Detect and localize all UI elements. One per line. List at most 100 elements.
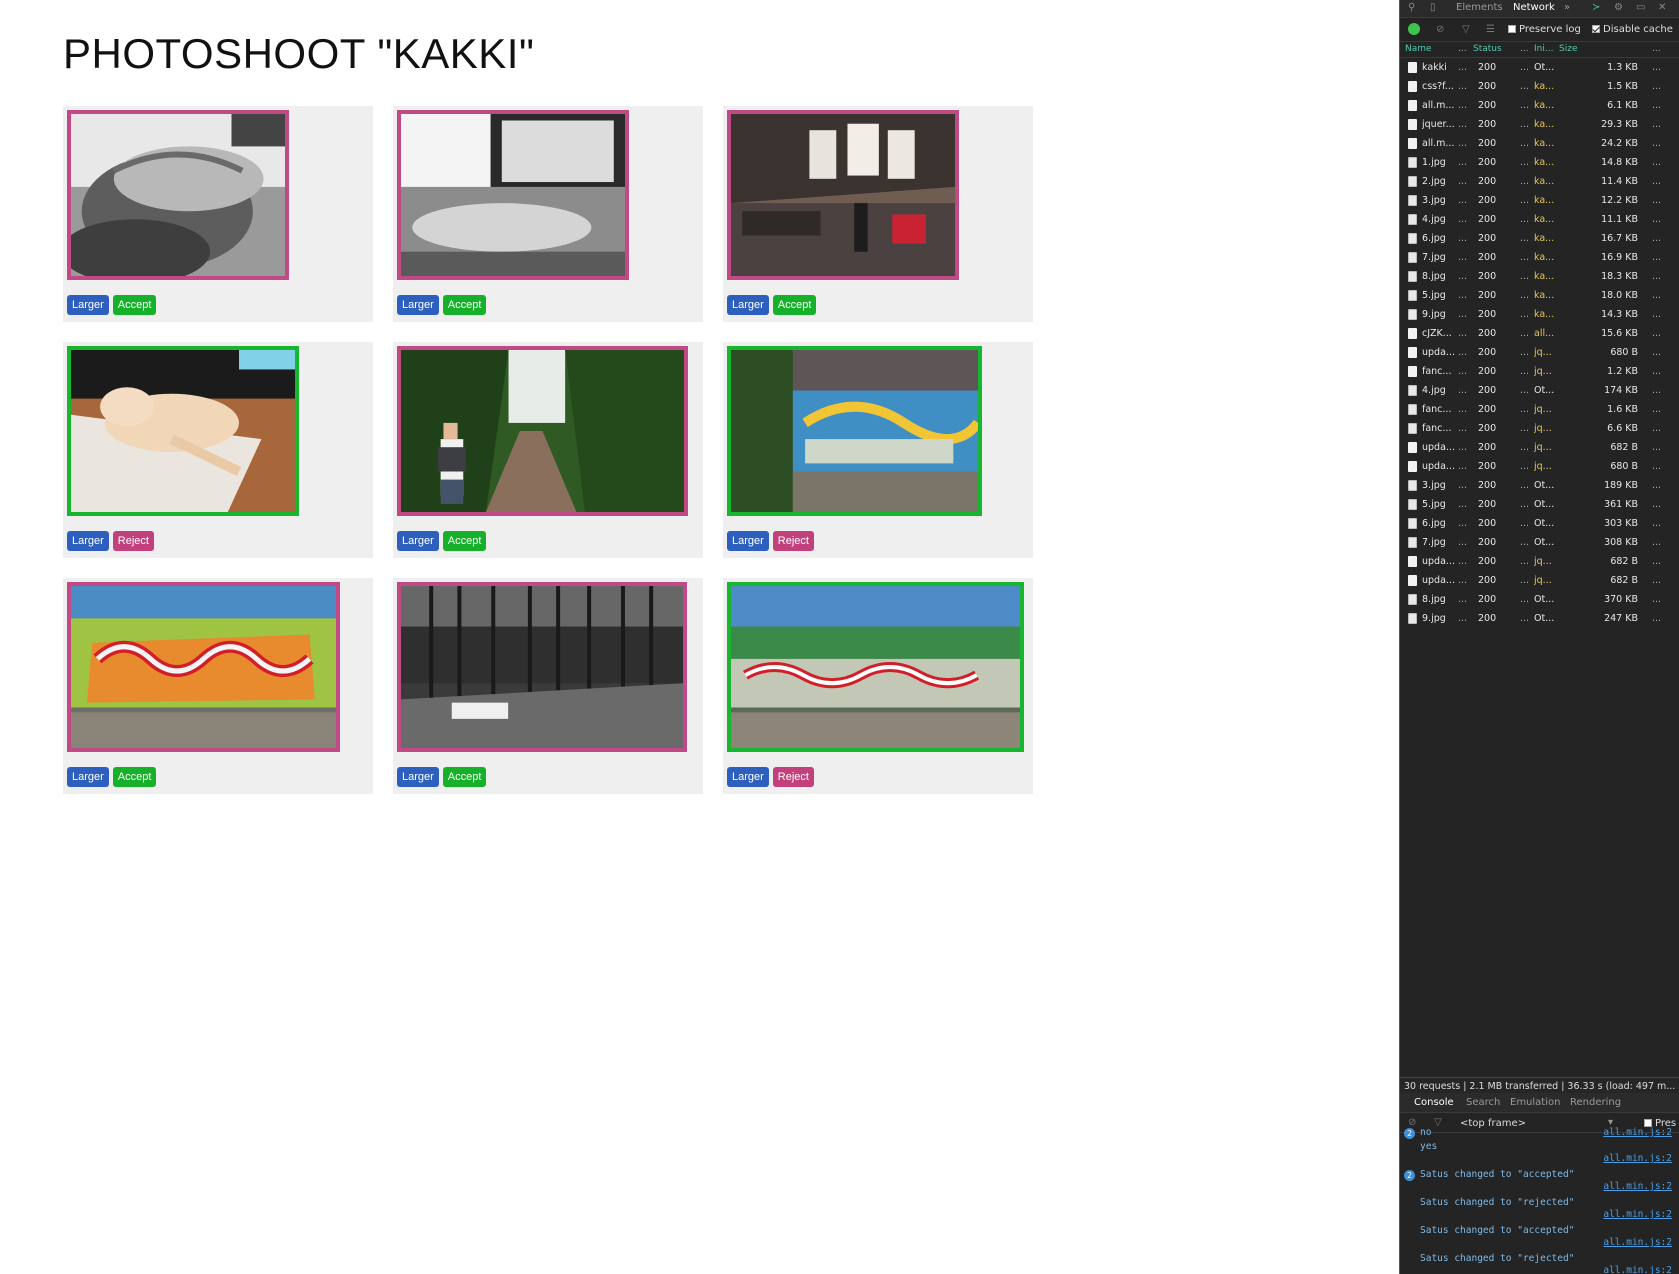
preserve-log-checkbox[interactable]: Preserve log: [1508, 24, 1581, 35]
request-status: 200: [1478, 81, 1497, 92]
larger-button[interactable]: Larger: [67, 531, 109, 551]
filter-icon[interactable]: ▽: [1462, 24, 1470, 35]
console-source-link[interactable]: all.min.js:2: [1603, 1127, 1672, 1138]
network-row[interactable]: upda... ... 200 ... jq... 682 B ...: [1400, 552, 1679, 571]
dock-icon[interactable]: ▭: [1636, 2, 1645, 13]
photo-thumbnail[interactable]: [727, 582, 1024, 752]
photo-thumbnail[interactable]: [67, 346, 299, 516]
tab-search[interactable]: Search: [1466, 1097, 1500, 1108]
photo-thumbnail[interactable]: [397, 582, 687, 752]
request-name: 6.jpg: [1422, 518, 1446, 529]
larger-button[interactable]: Larger: [727, 767, 769, 787]
tab-console[interactable]: Console: [1414, 1097, 1454, 1108]
col-size[interactable]: Size: [1559, 44, 1577, 54]
photo-thumbnail[interactable]: [397, 110, 629, 280]
network-row[interactable]: 4.jpg ... 200 ... ka... 11.1 KB ...: [1400, 210, 1679, 229]
network-row[interactable]: 9.jpg ... 200 ... ka... 14.3 KB ...: [1400, 305, 1679, 324]
console-drawer-icon[interactable]: ≻: [1592, 2, 1600, 13]
larger-button[interactable]: Larger: [727, 531, 769, 551]
accept-button[interactable]: Accept: [442, 295, 487, 315]
request-name: all.m...: [1422, 138, 1454, 149]
network-row[interactable]: 7.jpg ... 200 ... ka... 16.9 KB ...: [1400, 248, 1679, 267]
accept-button[interactable]: Accept: [772, 295, 817, 315]
network-row[interactable]: all.m... ... 200 ... ka... 6.1 KB ...: [1400, 96, 1679, 115]
console-source-link[interactable]: all.min.js:2: [1603, 1209, 1672, 1220]
accept-button[interactable]: Accept: [442, 767, 487, 787]
device-icon[interactable]: ▯: [1430, 2, 1436, 13]
network-row[interactable]: 1.jpg ... 200 ... ka... 14.8 KB ...: [1400, 153, 1679, 172]
network-row[interactable]: cJZK... ... 200 ... all... 15.6 KB ...: [1400, 324, 1679, 343]
request-initiator: Ot...: [1534, 537, 1555, 548]
network-row[interactable]: 6.jpg ... 200 ... Ot... 303 KB ...: [1400, 514, 1679, 533]
record-icon[interactable]: [1408, 23, 1420, 35]
close-icon[interactable]: ✕: [1658, 2, 1666, 13]
clear-icon[interactable]: ⊘: [1436, 24, 1444, 35]
col-status[interactable]: Status: [1473, 44, 1502, 54]
network-row[interactable]: upda... ... 200 ... jq... 680 B ...: [1400, 457, 1679, 476]
tab-more[interactable]: »: [1564, 2, 1570, 13]
larger-button[interactable]: Larger: [727, 295, 769, 315]
clear-console-icon[interactable]: ⊘: [1408, 1117, 1416, 1128]
col-name[interactable]: Name: [1405, 44, 1432, 54]
larger-button[interactable]: Larger: [397, 767, 439, 787]
tab-elements[interactable]: Elements: [1456, 2, 1503, 13]
photo-thumbnail[interactable]: [67, 110, 289, 280]
network-row[interactable]: 8.jpg ... 200 ... Ot... 370 KB ...: [1400, 590, 1679, 609]
network-row[interactable]: 2.jpg ... 200 ... ka... 11.4 KB ...: [1400, 172, 1679, 191]
disable-cache-checkbox[interactable]: Disable cache: [1592, 24, 1673, 35]
larger-button[interactable]: Larger: [397, 531, 439, 551]
photo-thumbnail[interactable]: [727, 110, 959, 280]
console-source-link[interactable]: all.min.js:2: [1603, 1153, 1672, 1164]
network-row[interactable]: upda... ... 200 ... jq... 680 B ...: [1400, 343, 1679, 362]
reject-button[interactable]: Reject: [772, 531, 814, 551]
larger-button[interactable]: Larger: [67, 767, 109, 787]
network-row[interactable]: fanc... ... 200 ... jq... 1.6 KB ...: [1400, 400, 1679, 419]
accept-button[interactable]: Accept: [112, 295, 157, 315]
reject-button[interactable]: Reject: [772, 767, 814, 787]
col-dots: ...: [1652, 44, 1661, 54]
network-row[interactable]: 3.jpg ... 200 ... ka... 12.2 KB ...: [1400, 191, 1679, 210]
accept-button[interactable]: Accept: [442, 531, 487, 551]
network-row[interactable]: 6.jpg ... 200 ... ka... 16.7 KB ...: [1400, 229, 1679, 248]
photo-actions: Larger Accept: [67, 767, 157, 787]
list-view-icon[interactable]: ☰: [1486, 24, 1495, 35]
gear-icon[interactable]: ⚙: [1614, 2, 1623, 13]
reject-button[interactable]: Reject: [112, 531, 154, 551]
network-row[interactable]: jquer... ... 200 ... ka... 29.3 KB ...: [1400, 115, 1679, 134]
network-row[interactable]: 5.jpg ... 200 ... Ot... 361 KB ...: [1400, 495, 1679, 514]
network-row[interactable]: css?f... ... 200 ... ka... 1.5 KB ...: [1400, 77, 1679, 96]
filter-icon[interactable]: ▽: [1434, 1117, 1442, 1128]
larger-button[interactable]: Larger: [397, 295, 439, 315]
console-source-link[interactable]: all.min.js:2: [1603, 1265, 1672, 1274]
network-row[interactable]: fanc... ... 200 ... jq... 1.2 KB ...: [1400, 362, 1679, 381]
network-row[interactable]: 3.jpg ... 200 ... Ot... 189 KB ...: [1400, 476, 1679, 495]
network-row[interactable]: all.m... ... 200 ... ka... 24.2 KB ...: [1400, 134, 1679, 153]
image-file-icon: [1408, 594, 1417, 605]
tab-rendering[interactable]: Rendering: [1570, 1097, 1621, 1108]
tab-network[interactable]: Network: [1513, 2, 1555, 13]
photo-thumbnail[interactable]: [727, 346, 982, 516]
tab-emulation[interactable]: Emulation: [1510, 1097, 1560, 1108]
photo-card: Larger Reject: [723, 578, 1033, 794]
network-row[interactable]: 8.jpg ... 200 ... ka... 18.3 KB ...: [1400, 267, 1679, 286]
network-row[interactable]: kakki ... 200 ... Ot... 1.3 KB ...: [1400, 58, 1679, 77]
request-initiator: jq...: [1534, 442, 1552, 453]
console-source-link[interactable]: all.min.js:2: [1603, 1237, 1672, 1248]
larger-button[interactable]: Larger: [67, 295, 109, 315]
col-initiator[interactable]: Ini...: [1534, 44, 1553, 54]
console-source-link[interactable]: all.min.js:2: [1603, 1181, 1672, 1192]
network-row[interactable]: fanc... ... 200 ... jq... 6.6 KB ...: [1400, 419, 1679, 438]
request-initiator: Ot...: [1534, 594, 1555, 605]
photo-thumbnail[interactable]: [397, 346, 688, 516]
network-row[interactable]: 4.jpg ... 200 ... Ot... 174 KB ...: [1400, 381, 1679, 400]
network-row[interactable]: 5.jpg ... 200 ... ka... 18.0 KB ...: [1400, 286, 1679, 305]
network-row[interactable]: 9.jpg ... 200 ... Ot... 247 KB ...: [1400, 609, 1679, 628]
photo-thumbnail[interactable]: [67, 582, 340, 752]
network-row[interactable]: 7.jpg ... 200 ... Ot... 308 KB ...: [1400, 533, 1679, 552]
request-status: 200: [1478, 290, 1497, 301]
search-icon[interactable]: ⚲: [1408, 2, 1415, 13]
network-row[interactable]: upda... ... 200 ... jq... 682 B ...: [1400, 571, 1679, 590]
network-row[interactable]: upda... ... 200 ... jq... 682 B ...: [1400, 438, 1679, 457]
frame-select[interactable]: <top frame>: [1460, 1118, 1610, 1130]
accept-button[interactable]: Accept: [112, 767, 157, 787]
